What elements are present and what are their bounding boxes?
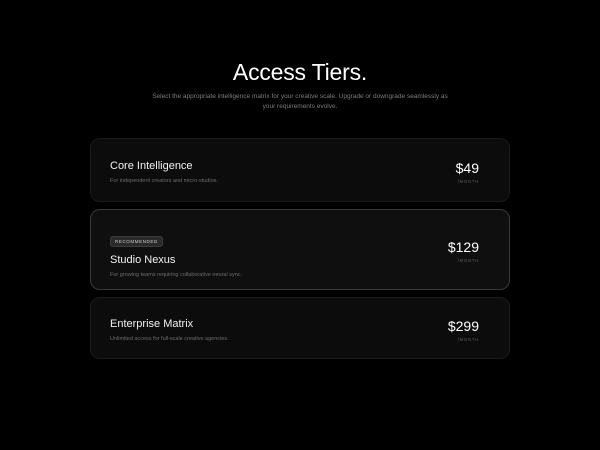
tier-card-studio-nexus[interactable]: RECOMMENDED Studio Nexus For growing tea… — [90, 209, 510, 290]
page-title: Access Tiers. — [232, 59, 368, 85]
tier-price: $299 — [447, 318, 479, 334]
tier-period: /MONTH — [457, 179, 479, 184]
tier-card-enterprise-matrix[interactable]: Enterprise Matrix Unlimited access for f… — [90, 297, 510, 359]
tier-price: $129 — [447, 239, 479, 255]
tier-description: Unlimited access for full-scale creative… — [110, 336, 229, 342]
pricing-page: Access Tiers. Select the appropriate int… — [0, 0, 600, 450]
tier-period: /MONTH — [457, 337, 479, 342]
recommended-badge: RECOMMENDED — [110, 236, 163, 247]
tier-info: RECOMMENDED Studio Nexus For growing tea… — [110, 230, 242, 279]
hero-section: Access Tiers. Select the appropriate int… — [0, 58, 600, 112]
tier-description: For growing teams requiring collaborativ… — [110, 272, 243, 278]
tier-name: Enterprise Matrix — [110, 318, 194, 330]
tier-description: For independent creators and micro-studi… — [110, 178, 218, 184]
tier-card-core-intelligence[interactable]: Core Intelligence For independent creato… — [90, 138, 510, 202]
tier-price: $49 — [455, 160, 479, 176]
tier-price-block: $299 /MONTH — [448, 318, 479, 342]
tier-price-block: $49 /MONTH — [456, 160, 479, 184]
tier-name: Studio Nexus — [110, 254, 176, 266]
tier-list: Core Intelligence For independent creato… — [90, 138, 510, 359]
tier-name: Core Intelligence — [110, 160, 193, 172]
tier-period: /MONTH — [457, 258, 479, 263]
tier-price-block: $129 /MONTH — [448, 239, 479, 263]
tier-info: Enterprise Matrix Unlimited access for f… — [110, 318, 229, 343]
page-subtitle: Select the appropriate intelligence matr… — [152, 93, 448, 110]
tier-info: Core Intelligence For independent creato… — [110, 160, 218, 185]
